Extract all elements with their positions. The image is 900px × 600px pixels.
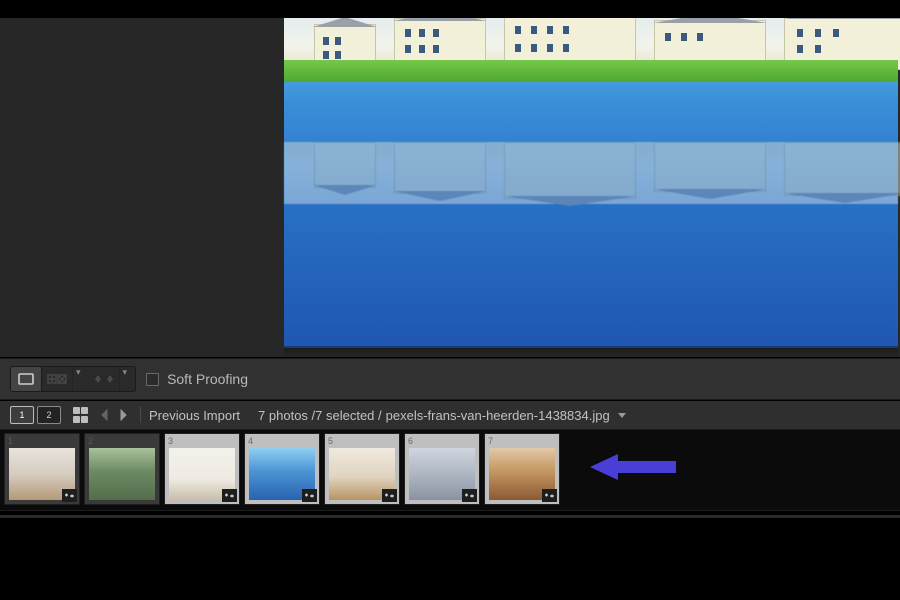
top-border <box>0 0 900 18</box>
photo-count-label: 7 photos /7 selected / <box>258 408 382 423</box>
go-back-button[interactable] <box>96 406 114 424</box>
secondary-monitor-button[interactable]: 2 <box>37 406 61 424</box>
primary-monitor-button[interactable]: 1 <box>10 406 34 424</box>
filmstrip[interactable]: 1 2 3 4 5 6 7 <box>0 430 900 510</box>
current-file-label[interactable]: pexels-frans-van-heerden-1438834.jpg <box>386 408 610 423</box>
develop-adjustments-badge-icon[interactable] <box>62 489 77 502</box>
develop-adjustments-badge-icon[interactable] <box>222 489 237 502</box>
filmstrip-thumb[interactable]: 1 <box>4 433 80 505</box>
filmstrip-thumb[interactable]: 7 <box>484 433 560 505</box>
reference-view-button[interactable] <box>42 367 73 391</box>
thumb-index: 6 <box>408 436 413 446</box>
filmstrip-thumb[interactable]: 4 <box>244 433 320 505</box>
current-file-menu-caret-icon[interactable] <box>618 413 626 418</box>
lightroom-develop-window: ▾ ▾ Soft Proofing 1 2 <box>0 0 900 600</box>
bottom-border <box>0 510 900 600</box>
loupe-view-switcher: ▾ ▾ <box>10 366 136 392</box>
develop-adjustments-badge-icon[interactable] <box>462 489 477 502</box>
thumb-index: 1 <box>8 436 13 446</box>
go-forward-button[interactable] <box>114 406 132 424</box>
main-image-preview <box>284 18 898 348</box>
filmstrip-thumb[interactable]: 5 <box>324 433 400 505</box>
filmstrip-thumb[interactable]: 2 <box>84 433 160 505</box>
develop-adjustments-badge-icon[interactable] <box>542 489 557 502</box>
secondary-monitor-switcher: 1 2 <box>10 406 61 424</box>
divider <box>140 407 141 423</box>
thumb-index: 2 <box>88 436 93 446</box>
before-after-button[interactable] <box>89 367 120 391</box>
filmstrip-thumb[interactable]: 6 <box>404 433 480 505</box>
thumb-index: 3 <box>168 436 173 446</box>
thumb-index: 7 <box>488 436 493 446</box>
thumb-image <box>89 448 155 500</box>
reference-menu-chevron-icon[interactable]: ▾ <box>76 367 81 391</box>
develop-toolbar: ▾ ▾ Soft Proofing <box>0 358 900 400</box>
annotation-arrow <box>590 452 676 482</box>
develop-adjustments-badge-icon[interactable] <box>382 489 397 502</box>
soft-proofing-checkbox[interactable] <box>146 373 159 386</box>
soft-proofing-toggle[interactable]: Soft Proofing <box>146 371 248 387</box>
filmstrip-header: 1 2 Previous Import 7 photos /7 selected… <box>0 400 900 430</box>
filmstrip-thumb[interactable]: 3 <box>164 433 240 505</box>
loupe-canvas[interactable] <box>0 18 900 358</box>
image-shadow <box>284 346 898 358</box>
thumb-index: 4 <box>248 436 253 446</box>
develop-adjustments-badge-icon[interactable] <box>302 489 317 502</box>
soft-proofing-label: Soft Proofing <box>167 371 248 387</box>
grid-view-button[interactable] <box>73 407 90 424</box>
thumb-index: 5 <box>328 436 333 446</box>
loupe-view-button[interactable] <box>11 367 42 391</box>
before-after-menu-chevron-icon[interactable]: ▾ <box>123 367 128 391</box>
source-folder-label[interactable]: Previous Import <box>149 408 240 423</box>
